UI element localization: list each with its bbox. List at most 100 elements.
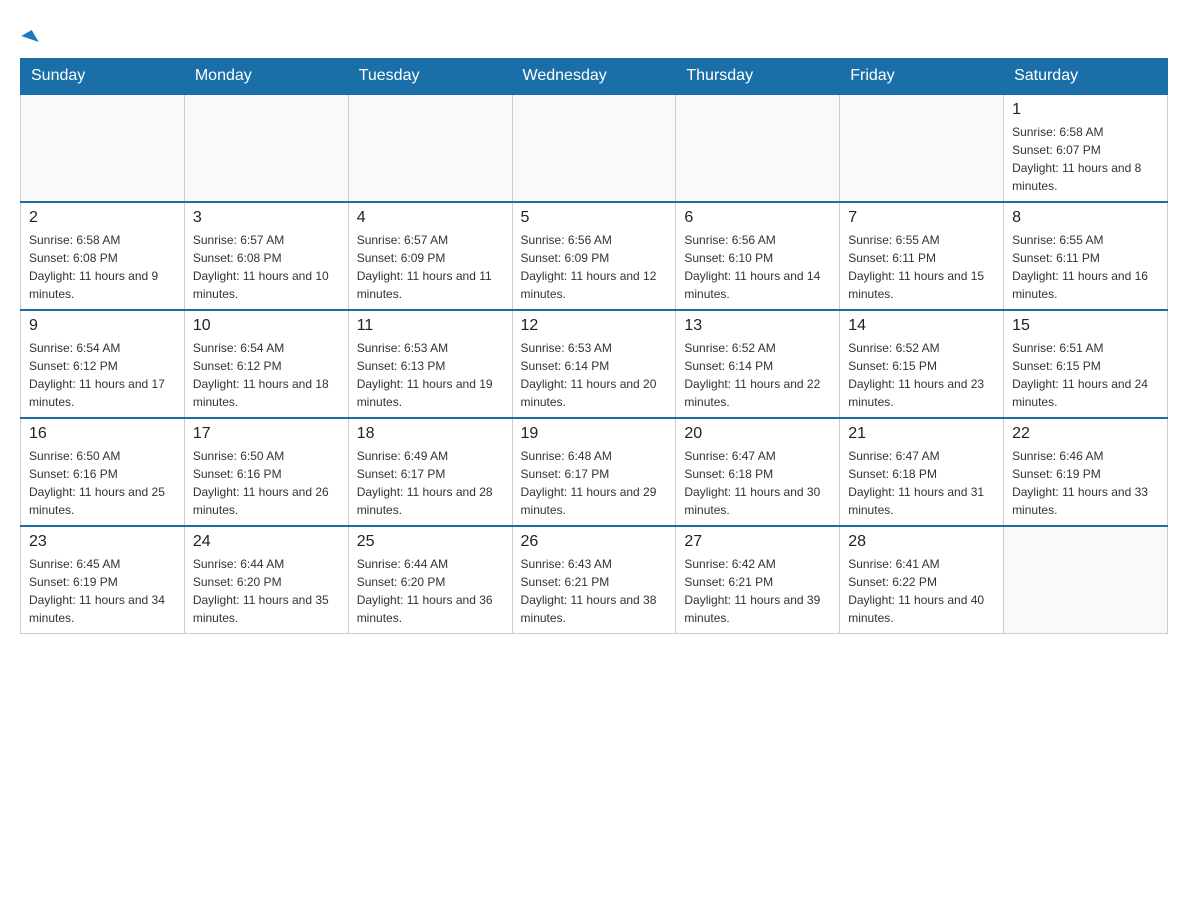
day-number: 1	[1012, 101, 1159, 119]
calendar-day-cell: 17 Sunrise: 6:50 AMSunset: 6:16 PMDayligh…	[184, 418, 348, 526]
day-number: 26	[521, 533, 668, 551]
day-detail: Sunrise: 6:47 AMSunset: 6:18 PMDaylight:…	[848, 447, 995, 519]
calendar-day-cell	[840, 94, 1004, 202]
day-number: 9	[29, 317, 176, 335]
calendar-day-cell: 8 Sunrise: 6:55 AMSunset: 6:11 PMDaylight…	[1004, 202, 1168, 310]
calendar-day-cell: 28Sunrise: 6:41 AMSunset: 6:22 PMDayligh…	[840, 526, 1004, 634]
day-detail: Sunrise: 6:45 AMSunset: 6:19 PMDaylight:…	[29, 555, 176, 627]
logo	[20, 20, 36, 48]
day-detail: Sunrise: 6:57 AMSunset: 6:08 PMDaylight:…	[193, 231, 340, 303]
calendar-day-cell: 25 Sunrise: 6:44 AMSunset: 6:20 PMDayligh…	[348, 526, 512, 634]
calendar-day-cell: 3 Sunrise: 6:57 AMSunset: 6:08 PMDaylight…	[184, 202, 348, 310]
day-number: 19	[521, 425, 668, 443]
calendar-day-cell: 10 Sunrise: 6:54 AMSunset: 6:12 PMDayligh…	[184, 310, 348, 418]
day-detail: Sunrise: 6:53 AMSunset: 6:13 PMDaylight:…	[357, 339, 504, 411]
day-number: 2	[29, 209, 176, 227]
calendar-day-cell: 24 Sunrise: 6:44 AMSunset: 6:20 PMDayligh…	[184, 526, 348, 634]
day-number: 8	[1012, 209, 1159, 227]
calendar-day-cell: 4Sunrise: 6:57 AMSunset: 6:09 PMDaylight…	[348, 202, 512, 310]
day-number: 17	[193, 425, 340, 443]
day-detail: Sunrise: 6:56 AMSunset: 6:10 PMDaylight:…	[684, 231, 831, 303]
day-number: 28	[848, 533, 995, 551]
day-number: 7	[848, 209, 995, 227]
calendar-day-cell: 5 Sunrise: 6:56 AMSunset: 6:09 PMDaylight…	[512, 202, 676, 310]
day-detail: Sunrise: 6:51 AMSunset: 6:15 PMDaylight:…	[1012, 339, 1159, 411]
calendar-day-cell	[184, 94, 348, 202]
day-number: 20	[684, 425, 831, 443]
day-number: 12	[521, 317, 668, 335]
weekday-header: Wednesday	[512, 59, 676, 95]
calendar-day-cell: 22 Sunrise: 6:46 AMSunset: 6:19 PMDayligh…	[1004, 418, 1168, 526]
day-detail: Sunrise: 6:47 AMSunset: 6:18 PMDaylight:…	[684, 447, 831, 519]
calendar-header-row: SundayMondayTuesdayWednesdayThursdayFrid…	[21, 59, 1168, 95]
logo-arrow-icon	[21, 30, 38, 48]
day-number: 15	[1012, 317, 1159, 335]
day-detail: Sunrise: 6:46 AMSunset: 6:19 PMDaylight:…	[1012, 447, 1159, 519]
calendar-week-row: 1 Sunrise: 6:58 AMSunset: 6:07 PMDaylight…	[21, 94, 1168, 202]
calendar-table: SundayMondayTuesdayWednesdayThursdayFrid…	[20, 58, 1168, 634]
calendar-day-cell	[1004, 526, 1168, 634]
day-number: 14	[848, 317, 995, 335]
calendar-day-cell: 27 Sunrise: 6:42 AMSunset: 6:21 PMDayligh…	[676, 526, 840, 634]
weekday-header: Saturday	[1004, 59, 1168, 95]
day-detail: Sunrise: 6:42 AMSunset: 6:21 PMDaylight:…	[684, 555, 831, 627]
day-number: 16	[29, 425, 176, 443]
day-detail: Sunrise: 6:53 AMSunset: 6:14 PMDaylight:…	[521, 339, 668, 411]
logo-top-line	[20, 20, 36, 48]
weekday-header: Thursday	[676, 59, 840, 95]
calendar-week-row: 2 Sunrise: 6:58 AMSunset: 6:08 PMDaylight…	[21, 202, 1168, 310]
calendar-day-cell: 11 Sunrise: 6:53 AMSunset: 6:13 PMDayligh…	[348, 310, 512, 418]
calendar-day-cell: 20 Sunrise: 6:47 AMSunset: 6:18 PMDayligh…	[676, 418, 840, 526]
day-detail: Sunrise: 6:54 AMSunset: 6:12 PMDaylight:…	[29, 339, 176, 411]
weekday-header: Monday	[184, 59, 348, 95]
day-detail: Sunrise: 6:44 AMSunset: 6:20 PMDaylight:…	[357, 555, 504, 627]
day-number: 18	[357, 425, 504, 443]
calendar-day-cell: 9 Sunrise: 6:54 AMSunset: 6:12 PMDaylight…	[21, 310, 185, 418]
calendar-day-cell	[348, 94, 512, 202]
calendar-day-cell: 15 Sunrise: 6:51 AMSunset: 6:15 PMDayligh…	[1004, 310, 1168, 418]
day-number: 25	[357, 533, 504, 551]
calendar-day-cell: 13 Sunrise: 6:52 AMSunset: 6:14 PMDayligh…	[676, 310, 840, 418]
calendar-day-cell: 1 Sunrise: 6:58 AMSunset: 6:07 PMDaylight…	[1004, 94, 1168, 202]
day-detail: Sunrise: 6:48 AMSunset: 6:17 PMDaylight:…	[521, 447, 668, 519]
calendar-day-cell: 6 Sunrise: 6:56 AMSunset: 6:10 PMDaylight…	[676, 202, 840, 310]
day-number: 13	[684, 317, 831, 335]
day-detail: Sunrise: 6:54 AMSunset: 6:12 PMDaylight:…	[193, 339, 340, 411]
weekday-header: Friday	[840, 59, 1004, 95]
day-number: 4	[357, 209, 504, 227]
day-number: 11	[357, 317, 504, 335]
day-detail: Sunrise: 6:44 AMSunset: 6:20 PMDaylight:…	[193, 555, 340, 627]
calendar-day-cell	[512, 94, 676, 202]
calendar-day-cell: 7 Sunrise: 6:55 AMSunset: 6:11 PMDaylight…	[840, 202, 1004, 310]
calendar-week-row: 16 Sunrise: 6:50 AMSunset: 6:16 PMDayligh…	[21, 418, 1168, 526]
calendar-day-cell: 18 Sunrise: 6:49 AMSunset: 6:17 PMDayligh…	[348, 418, 512, 526]
day-number: 27	[684, 533, 831, 551]
calendar-day-cell: 26 Sunrise: 6:43 AMSunset: 6:21 PMDayligh…	[512, 526, 676, 634]
day-detail: Sunrise: 6:56 AMSunset: 6:09 PMDaylight:…	[521, 231, 668, 303]
day-detail: Sunrise: 6:43 AMSunset: 6:21 PMDaylight:…	[521, 555, 668, 627]
calendar-week-row: 9 Sunrise: 6:54 AMSunset: 6:12 PMDaylight…	[21, 310, 1168, 418]
calendar-day-cell: 19 Sunrise: 6:48 AMSunset: 6:17 PMDayligh…	[512, 418, 676, 526]
calendar-day-cell	[21, 94, 185, 202]
page-header	[20, 20, 1168, 48]
calendar-day-cell	[676, 94, 840, 202]
day-detail: Sunrise: 6:49 AMSunset: 6:17 PMDaylight:…	[357, 447, 504, 519]
day-detail: Sunrise: 6:50 AMSunset: 6:16 PMDaylight:…	[193, 447, 340, 519]
day-number: 23	[29, 533, 176, 551]
day-detail: Sunrise: 6:58 AMSunset: 6:07 PMDaylight:…	[1012, 123, 1159, 195]
day-detail: Sunrise: 6:55 AMSunset: 6:11 PMDaylight:…	[1012, 231, 1159, 303]
day-number: 24	[193, 533, 340, 551]
calendar-day-cell: 14Sunrise: 6:52 AMSunset: 6:15 PMDayligh…	[840, 310, 1004, 418]
day-number: 6	[684, 209, 831, 227]
day-detail: Sunrise: 6:58 AMSunset: 6:08 PMDaylight:…	[29, 231, 176, 303]
day-detail: Sunrise: 6:52 AMSunset: 6:14 PMDaylight:…	[684, 339, 831, 411]
day-number: 3	[193, 209, 340, 227]
day-number: 10	[193, 317, 340, 335]
calendar-week-row: 23 Sunrise: 6:45 AMSunset: 6:19 PMDayligh…	[21, 526, 1168, 634]
calendar-day-cell: 12 Sunrise: 6:53 AMSunset: 6:14 PMDayligh…	[512, 310, 676, 418]
calendar-day-cell: 16Sunrise: 6:50 AMSunset: 6:16 PMDayligh…	[21, 418, 185, 526]
day-number: 5	[521, 209, 668, 227]
day-number: 22	[1012, 425, 1159, 443]
day-detail: Sunrise: 6:55 AMSunset: 6:11 PMDaylight:…	[848, 231, 995, 303]
calendar-day-cell: 2 Sunrise: 6:58 AMSunset: 6:08 PMDaylight…	[21, 202, 185, 310]
